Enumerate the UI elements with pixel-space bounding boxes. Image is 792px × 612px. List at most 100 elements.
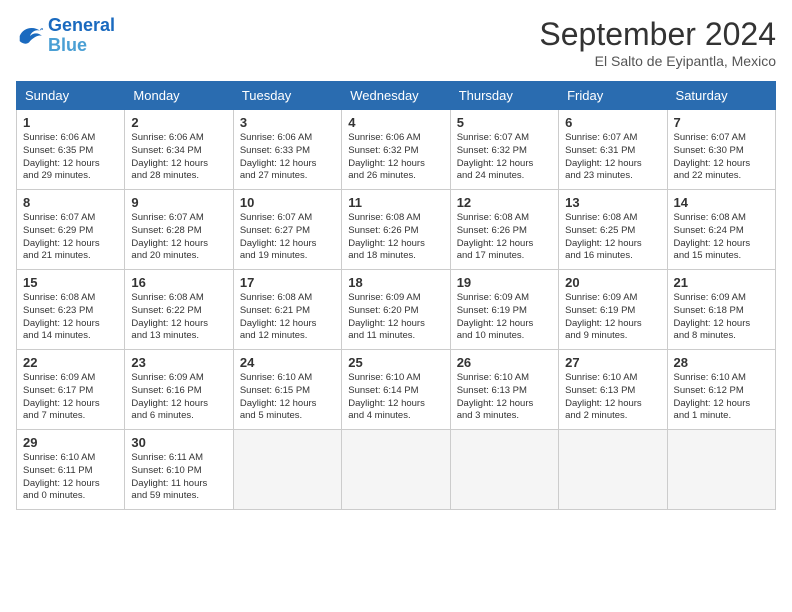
day-number: 23 (131, 355, 226, 370)
day-info: Sunrise: 6:10 AM Sunset: 6:15 PM Dayligh… (240, 372, 335, 423)
calendar-cell: 21Sunrise: 6:09 AM Sunset: 6:18 PM Dayli… (667, 270, 775, 350)
calendar-cell: 20 Sunrise: 6:09 AM Sunset: 6:19 PM Dayli… (559, 270, 667, 350)
day-info: Sunrise: 6:08 AM Sunset: 6:26 PM Dayligh… (457, 212, 552, 263)
day-number: 14 (674, 195, 769, 210)
day-number: 19 (457, 275, 552, 290)
calendar-week-2: 8 Sunrise: 6:07 AM Sunset: 6:29 PM Daylig… (17, 190, 776, 270)
calendar-cell: 8 Sunrise: 6:07 AM Sunset: 6:29 PM Daylig… (17, 190, 125, 270)
day-number: 13 (565, 195, 660, 210)
day-info: Sunrise: 6:07 AM Sunset: 6:27 PM Dayligh… (240, 212, 335, 263)
calendar-cell: 1 Sunrise: 6:06 AM Sunset: 6:35 PM Daylig… (17, 110, 125, 190)
calendar-cell (450, 430, 558, 510)
day-number: 20 (565, 275, 660, 290)
day-info: Sunrise: 6:07 AM Sunset: 6:28 PM Dayligh… (131, 212, 226, 263)
day-number: 4 (348, 115, 443, 130)
day-number: 29 (23, 435, 118, 450)
calendar-cell: 24 Sunrise: 6:10 AM Sunset: 6:15 PM Dayli… (233, 350, 341, 430)
day-number: 8 (23, 195, 118, 210)
day-info: Sunrise: 6:08 AM Sunset: 6:21 PM Dayligh… (240, 292, 335, 343)
day-info: Sunrise: 6:10 AM Sunset: 6:14 PM Dayligh… (348, 372, 443, 423)
day-info: Sunrise: 6:11 AM Sunset: 6:10 PM Dayligh… (131, 452, 226, 503)
calendar-cell: 5 Sunrise: 6:07 AM Sunset: 6:32 PM Daylig… (450, 110, 558, 190)
header-monday: Monday (125, 82, 233, 110)
day-number: 16 (131, 275, 226, 290)
header-saturday: Saturday (667, 82, 775, 110)
header-tuesday: Tuesday (233, 82, 341, 110)
day-info: Sunrise: 6:06 AM Sunset: 6:35 PM Dayligh… (23, 132, 118, 183)
page-header: General Blue September 2024 El Salto de … (16, 16, 776, 69)
calendar-cell: 10 Sunrise: 6:07 AM Sunset: 6:27 PM Dayli… (233, 190, 341, 270)
calendar-cell: 28Sunrise: 6:10 AM Sunset: 6:12 PM Dayli… (667, 350, 775, 430)
day-info: Sunrise: 6:06 AM Sunset: 6:34 PM Dayligh… (131, 132, 226, 183)
day-number: 7 (674, 115, 769, 130)
day-info: Sunrise: 6:08 AM Sunset: 6:25 PM Dayligh… (565, 212, 660, 263)
day-info: Sunrise: 6:09 AM Sunset: 6:19 PM Dayligh… (457, 292, 552, 343)
calendar-cell: 9Sunrise: 6:07 AM Sunset: 6:28 PM Daylig… (125, 190, 233, 270)
calendar-cell: 12 Sunrise: 6:08 AM Sunset: 6:26 PM Dayli… (450, 190, 558, 270)
calendar-cell: 19 Sunrise: 6:09 AM Sunset: 6:19 PM Dayli… (450, 270, 558, 350)
day-number: 18 (348, 275, 443, 290)
day-number: 30 (131, 435, 226, 450)
calendar-week-4: 22 Sunrise: 6:09 AM Sunset: 6:17 PM Dayli… (17, 350, 776, 430)
calendar-table: SundayMondayTuesdayWednesdayThursdayFrid… (16, 81, 776, 510)
day-info: Sunrise: 6:08 AM Sunset: 6:24 PM Dayligh… (674, 212, 769, 263)
calendar-cell: 18 Sunrise: 6:09 AM Sunset: 6:20 PM Dayli… (342, 270, 450, 350)
calendar-cell: 7 Sunrise: 6:07 AM Sunset: 6:30 PM Daylig… (667, 110, 775, 190)
logo-text: General Blue (48, 16, 115, 56)
day-info: Sunrise: 6:08 AM Sunset: 6:23 PM Dayligh… (23, 292, 118, 343)
day-info: Sunrise: 6:07 AM Sunset: 6:29 PM Dayligh… (23, 212, 118, 263)
calendar-cell: 16 Sunrise: 6:08 AM Sunset: 6:22 PM Dayli… (125, 270, 233, 350)
day-info: Sunrise: 6:09 AM Sunset: 6:20 PM Dayligh… (348, 292, 443, 343)
calendar-cell (233, 430, 341, 510)
day-number: 24 (240, 355, 335, 370)
day-info: Sunrise: 6:07 AM Sunset: 6:32 PM Dayligh… (457, 132, 552, 183)
day-info: Sunrise: 6:09 AM Sunset: 6:16 PM Dayligh… (131, 372, 226, 423)
day-number: 5 (457, 115, 552, 130)
day-number: 6 (565, 115, 660, 130)
calendar-cell: 26 Sunrise: 6:10 AM Sunset: 6:13 PM Dayli… (450, 350, 558, 430)
header-thursday: Thursday (450, 82, 558, 110)
day-info: Sunrise: 6:07 AM Sunset: 6:31 PM Dayligh… (565, 132, 660, 183)
day-number: 22 (23, 355, 118, 370)
calendar-cell: 30 Sunrise: 6:11 AM Sunset: 6:10 PM Dayli… (125, 430, 233, 510)
calendar-week-1: 1 Sunrise: 6:06 AM Sunset: 6:35 PM Daylig… (17, 110, 776, 190)
day-number: 11 (348, 195, 443, 210)
header-friday: Friday (559, 82, 667, 110)
calendar-cell: 25Sunrise: 6:10 AM Sunset: 6:14 PM Dayli… (342, 350, 450, 430)
calendar-cell: 14 Sunrise: 6:08 AM Sunset: 6:24 PM Dayli… (667, 190, 775, 270)
day-info: Sunrise: 6:09 AM Sunset: 6:19 PM Dayligh… (565, 292, 660, 343)
calendar-header-row: SundayMondayTuesdayWednesdayThursdayFrid… (17, 82, 776, 110)
calendar-cell: 4Sunrise: 6:06 AM Sunset: 6:32 PM Daylig… (342, 110, 450, 190)
calendar-cell: 27 Sunrise: 6:10 AM Sunset: 6:13 PM Dayli… (559, 350, 667, 430)
day-info: Sunrise: 6:10 AM Sunset: 6:13 PM Dayligh… (565, 372, 660, 423)
day-info: Sunrise: 6:08 AM Sunset: 6:22 PM Dayligh… (131, 292, 226, 343)
calendar-week-5: 29Sunrise: 6:10 AM Sunset: 6:11 PM Dayli… (17, 430, 776, 510)
logo: General Blue (16, 16, 115, 56)
day-info: Sunrise: 6:09 AM Sunset: 6:18 PM Dayligh… (674, 292, 769, 343)
logo-icon (16, 24, 44, 48)
day-number: 26 (457, 355, 552, 370)
day-info: Sunrise: 6:06 AM Sunset: 6:33 PM Dayligh… (240, 132, 335, 183)
day-number: 12 (457, 195, 552, 210)
header-wednesday: Wednesday (342, 82, 450, 110)
day-info: Sunrise: 6:07 AM Sunset: 6:30 PM Dayligh… (674, 132, 769, 183)
calendar-cell (667, 430, 775, 510)
day-info: Sunrise: 6:09 AM Sunset: 6:17 PM Dayligh… (23, 372, 118, 423)
day-number: 15 (23, 275, 118, 290)
day-number: 10 (240, 195, 335, 210)
calendar-cell: 15 Sunrise: 6:08 AM Sunset: 6:23 PM Dayli… (17, 270, 125, 350)
calendar-cell: 29Sunrise: 6:10 AM Sunset: 6:11 PM Dayli… (17, 430, 125, 510)
day-info: Sunrise: 6:10 AM Sunset: 6:13 PM Dayligh… (457, 372, 552, 423)
calendar-week-3: 15 Sunrise: 6:08 AM Sunset: 6:23 PM Dayli… (17, 270, 776, 350)
header-sunday: Sunday (17, 82, 125, 110)
calendar-cell: 23 Sunrise: 6:09 AM Sunset: 6:16 PM Dayli… (125, 350, 233, 430)
day-number: 27 (565, 355, 660, 370)
calendar-cell (559, 430, 667, 510)
calendar-cell: 6 Sunrise: 6:07 AM Sunset: 6:31 PM Daylig… (559, 110, 667, 190)
location: El Salto de Eyipantla, Mexico (539, 53, 776, 69)
calendar-cell: 22 Sunrise: 6:09 AM Sunset: 6:17 PM Dayli… (17, 350, 125, 430)
day-number: 28 (674, 355, 769, 370)
calendar-cell: 3Sunrise: 6:06 AM Sunset: 6:33 PM Daylig… (233, 110, 341, 190)
day-number: 17 (240, 275, 335, 290)
day-number: 1 (23, 115, 118, 130)
